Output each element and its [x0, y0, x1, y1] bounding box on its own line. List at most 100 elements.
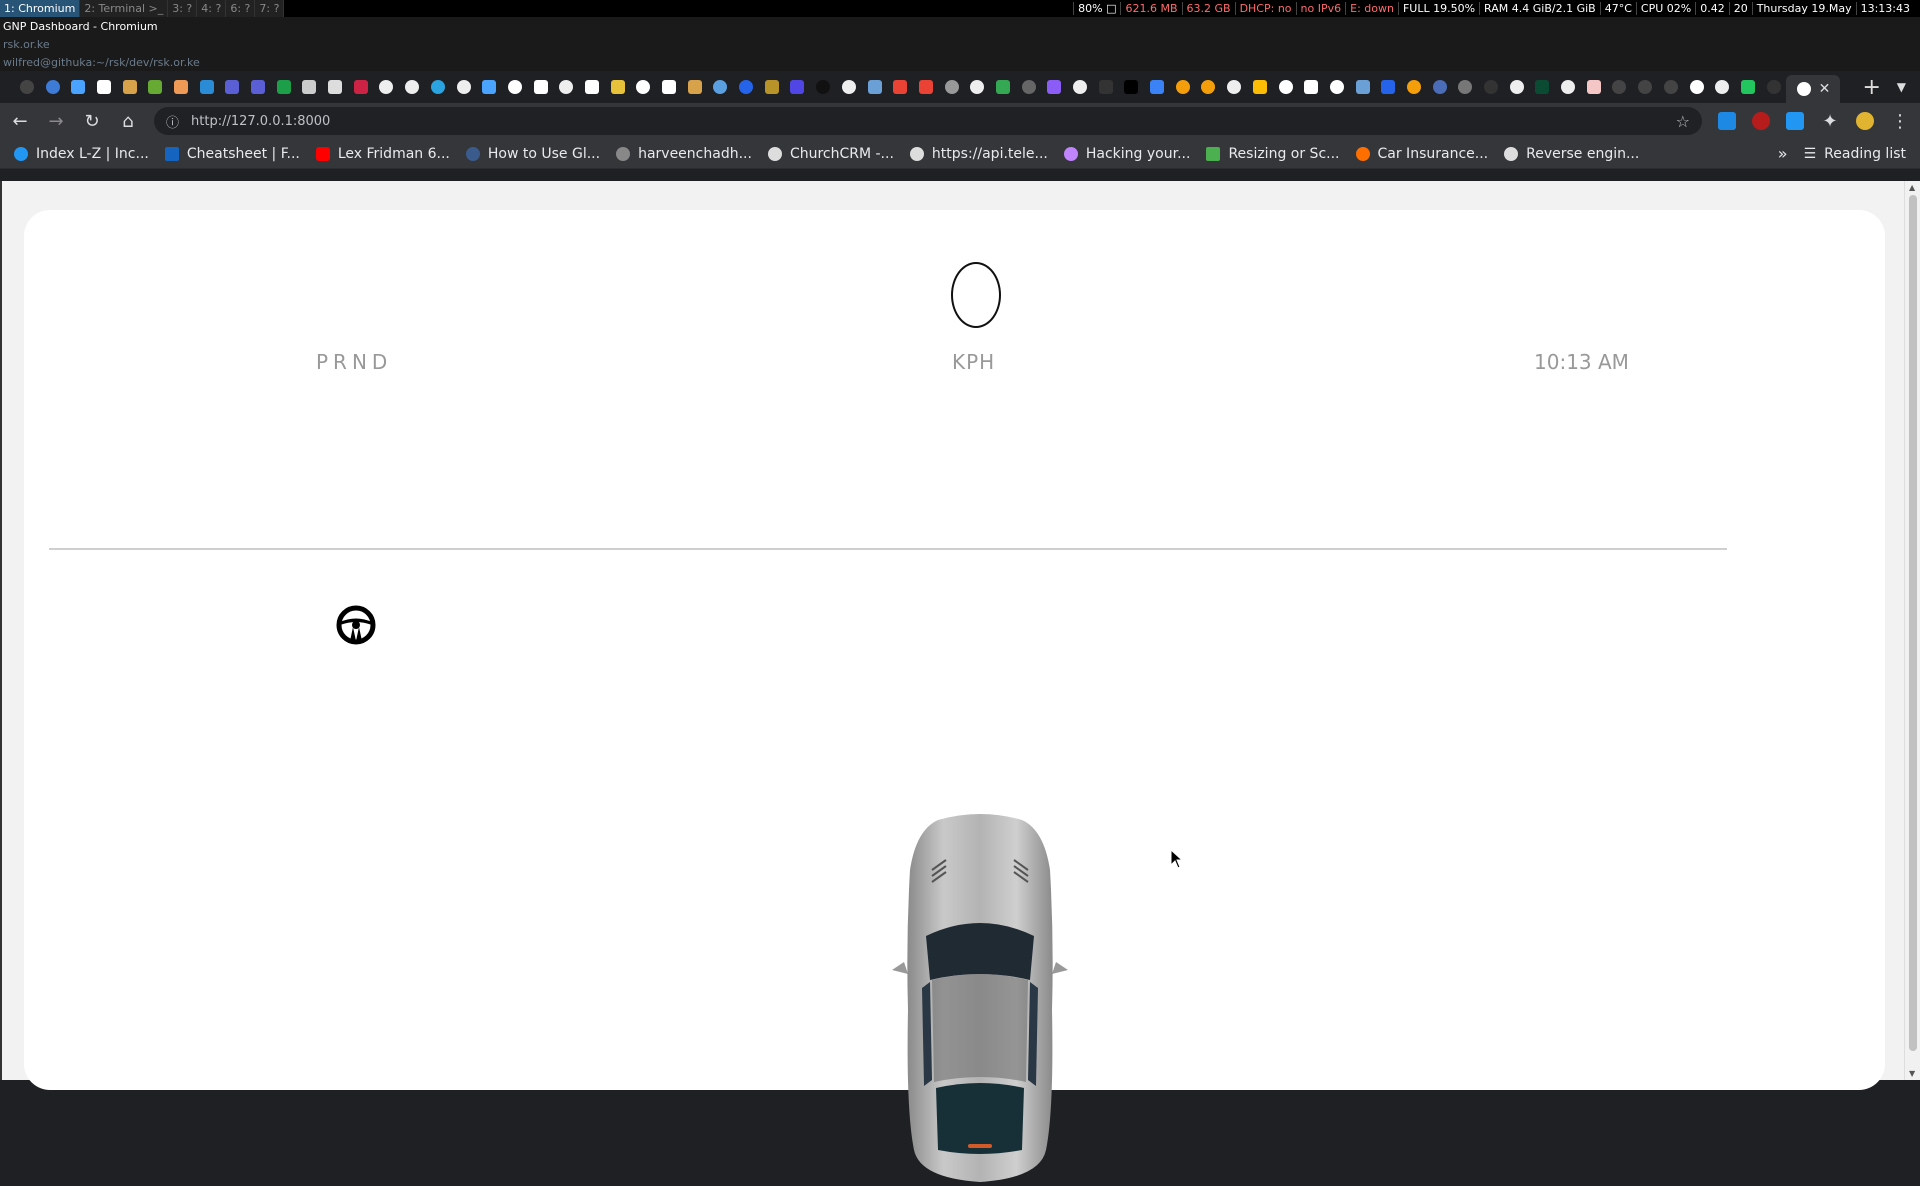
tab[interactable]: [887, 76, 913, 98]
tab[interactable]: [1632, 76, 1658, 98]
extension-icon[interactable]: [1786, 112, 1804, 130]
tab[interactable]: [1684, 76, 1710, 98]
bookmark[interactable]: https://api.tele...: [909, 146, 1048, 162]
tab[interactable]: [1735, 76, 1761, 98]
home-button[interactable]: ⌂: [118, 111, 138, 132]
tab[interactable]: [1016, 76, 1042, 98]
tab[interactable]: [553, 76, 579, 98]
tab[interactable]: [1607, 76, 1633, 98]
workspace-6[interactable]: 6: ?: [226, 0, 256, 17]
bookmark[interactable]: Index L-Z | Inc...: [14, 146, 149, 162]
reading-list-button[interactable]: ☰ Reading list: [1804, 146, 1906, 162]
tab[interactable]: [990, 76, 1016, 98]
tab[interactable]: [810, 76, 836, 98]
tab[interactable]: [117, 76, 143, 98]
tab[interactable]: [913, 76, 939, 98]
tab[interactable]: [1709, 76, 1735, 98]
tab[interactable]: [1273, 76, 1299, 98]
tab[interactable]: [451, 76, 477, 98]
tab-active[interactable]: ✕: [1786, 75, 1841, 103]
workspace-7[interactable]: 7: ?: [255, 0, 285, 17]
tab[interactable]: [1761, 76, 1787, 98]
forward-button[interactable]: →: [46, 111, 66, 132]
tab[interactable]: [476, 76, 502, 98]
scroll-down-icon[interactable]: ▼: [1909, 1069, 1915, 1078]
tab[interactable]: [502, 76, 528, 98]
bookmark[interactable]: Car Insurance...: [1355, 146, 1488, 162]
tab[interactable]: [939, 76, 965, 98]
tab[interactable]: [1247, 76, 1273, 98]
tab[interactable]: [1401, 76, 1427, 98]
tab[interactable]: [836, 76, 862, 98]
tab[interactable]: [579, 76, 605, 98]
tab[interactable]: [733, 76, 759, 98]
more-bookmarks-icon[interactable]: »: [1778, 144, 1788, 163]
workspace-4[interactable]: 4: ?: [197, 0, 227, 17]
bookmark[interactable]: Resizing or Sc...: [1206, 146, 1340, 162]
tab[interactable]: [1298, 76, 1324, 98]
tab[interactable]: [1530, 76, 1556, 98]
ublock-icon[interactable]: [1752, 112, 1770, 130]
tab[interactable]: [1324, 76, 1350, 98]
tab[interactable]: [1144, 76, 1170, 98]
tab[interactable]: [245, 76, 271, 98]
avatar[interactable]: [1856, 112, 1874, 130]
tab[interactable]: [1427, 76, 1453, 98]
tab[interactable]: [91, 76, 117, 98]
tab[interactable]: [1478, 76, 1504, 98]
workspace-1[interactable]: 1: Chromium: [0, 0, 81, 17]
url-text[interactable]: http://127.0.0.1:8000: [191, 114, 330, 129]
tab[interactable]: [1119, 76, 1145, 98]
close-tab-icon[interactable]: ✕: [1819, 81, 1831, 97]
reload-button[interactable]: ↻: [82, 111, 102, 132]
tab[interactable]: [682, 76, 708, 98]
steering-wheel-icon[interactable]: [336, 605, 376, 645]
back-button[interactable]: ←: [10, 111, 30, 132]
tab-search-icon[interactable]: ▼: [1897, 80, 1906, 94]
extension-icon[interactable]: [1718, 112, 1736, 130]
tab[interactable]: [528, 76, 554, 98]
bookmark[interactable]: Lex Fridman 6...: [315, 146, 450, 162]
tab[interactable]: [271, 76, 297, 98]
tab[interactable]: [1504, 76, 1530, 98]
vertical-scrollbar[interactable]: ▲ ▼: [1904, 181, 1920, 1080]
bookmark[interactable]: harveenchadh...: [616, 146, 752, 162]
star-icon[interactable]: ☆: [1676, 112, 1690, 131]
tab[interactable]: [348, 76, 374, 98]
tab[interactable]: [65, 76, 91, 98]
scroll-up-icon[interactable]: ▲: [1909, 183, 1915, 192]
address-bar[interactable]: ⓘ http://127.0.0.1:8000 ☆: [154, 107, 1702, 135]
workspace-3[interactable]: 3: ?: [168, 0, 198, 17]
tab[interactable]: [656, 76, 682, 98]
tab[interactable]: [425, 76, 451, 98]
tab[interactable]: [142, 76, 168, 98]
tab[interactable]: [964, 76, 990, 98]
tab[interactable]: [1042, 76, 1068, 98]
new-tab-button[interactable]: +: [1862, 75, 1880, 100]
tab[interactable]: [1375, 76, 1401, 98]
tab[interactable]: [1453, 76, 1479, 98]
workspace-2[interactable]: 2: Terminal >_: [80, 0, 169, 17]
gear-selector[interactable]: PRND: [316, 350, 392, 374]
tab[interactable]: [14, 76, 40, 98]
bookmark[interactable]: Hacking your...: [1063, 146, 1190, 162]
tab[interactable]: [40, 76, 66, 98]
tab[interactable]: [194, 76, 220, 98]
tab[interactable]: [1067, 76, 1093, 98]
tab[interactable]: [322, 76, 348, 98]
scroll-thumb[interactable]: [1909, 195, 1917, 1051]
tab[interactable]: [220, 76, 246, 98]
tab[interactable]: [297, 76, 323, 98]
tab[interactable]: [1170, 76, 1196, 98]
info-icon[interactable]: ⓘ: [166, 112, 179, 131]
tab[interactable]: [1555, 76, 1581, 98]
tab[interactable]: [374, 76, 400, 98]
tab[interactable]: [785, 76, 811, 98]
tab[interactable]: [168, 76, 194, 98]
tab[interactable]: [1221, 76, 1247, 98]
puzzle-icon[interactable]: ✦: [1820, 111, 1840, 132]
tab[interactable]: [708, 76, 734, 98]
tab[interactable]: [605, 76, 631, 98]
bookmark[interactable]: How to Use Gl...: [465, 146, 600, 162]
tab[interactable]: [631, 76, 657, 98]
